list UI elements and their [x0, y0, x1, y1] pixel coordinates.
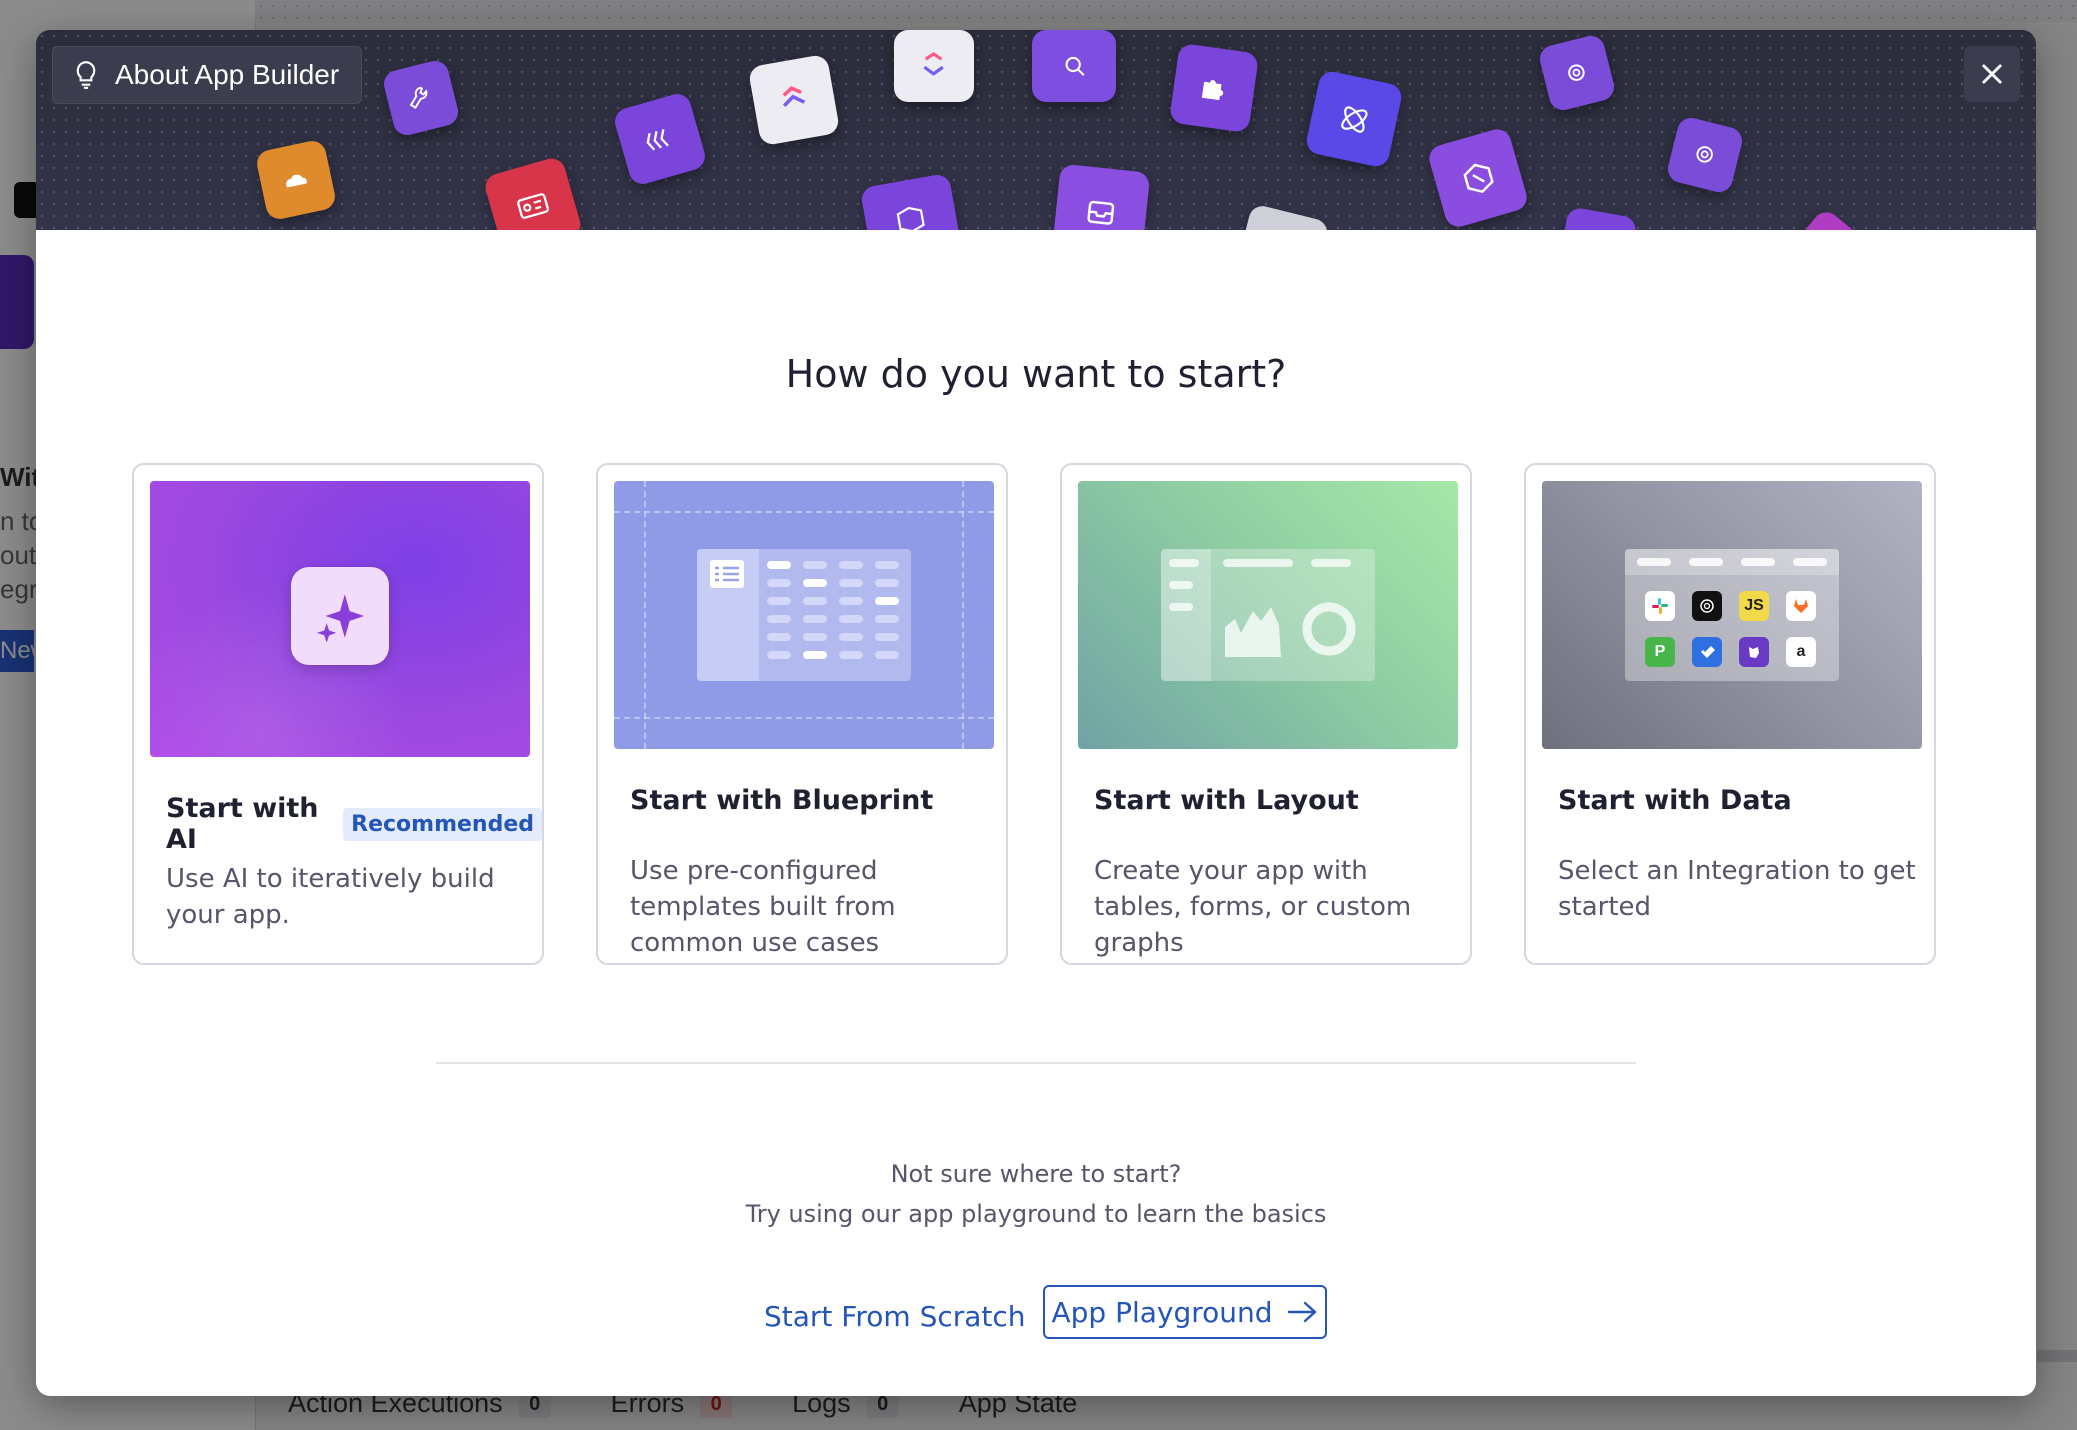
start-with-ai-card[interactable]: Start with AI Recommended Use AI to iter… — [132, 463, 544, 965]
data-illustration: JS P a — [1542, 481, 1922, 749]
card-title: Start with Blueprint — [630, 785, 933, 816]
sparkle-icon — [291, 567, 389, 665]
pagerduty-icon: P — [1645, 637, 1675, 667]
card-title: Start with AI Recommended — [166, 793, 542, 855]
integrations-mock: JS P a — [1625, 549, 1839, 681]
close-button[interactable] — [1964, 46, 2020, 102]
jira-icon — [1692, 637, 1722, 667]
amazon-icon: a — [1786, 637, 1816, 667]
about-app-builder-button[interactable]: About App Builder — [52, 46, 363, 104]
footer-question: Not sure where to start? — [890, 1160, 1182, 1188]
about-label: About App Builder — [115, 59, 340, 90]
layout-illustration — [1078, 481, 1458, 749]
card-title-text: Start with Blueprint — [630, 785, 934, 816]
puzzle-icon — [1168, 42, 1260, 134]
start-from-scratch-link[interactable]: Start From Scratch — [764, 1300, 1026, 1333]
openai-icon — [1536, 32, 1618, 114]
openai-icon — [1664, 114, 1746, 196]
page-title: How do you want to start? — [785, 352, 1287, 396]
hexagon-logo-icon — [1426, 126, 1530, 230]
card-title: Start with Data — [1558, 785, 1792, 816]
divider — [436, 1062, 1636, 1064]
card-description: Select an Integration to get started — [1558, 856, 1916, 922]
datadog-icon — [1739, 637, 1769, 667]
start-with-data-card[interactable]: JS P a Start with Data Select an Integra… — [1524, 463, 1936, 965]
lightbulb-icon — [73, 60, 99, 90]
ai-illustration — [150, 481, 530, 757]
start-with-blueprint-card[interactable]: Start with Blueprint Use pre-configured … — [596, 463, 1008, 965]
openai-icon — [1692, 591, 1722, 621]
dashboard-mock — [1161, 549, 1375, 681]
atom-icon — [1304, 69, 1404, 169]
card-description: Create your app with tables, forms, or c… — [1094, 856, 1412, 958]
table-mock — [697, 549, 911, 681]
generic-icon — [1560, 206, 1638, 230]
search-chart-icon — [1032, 30, 1116, 102]
card-title: Start with Layout — [1094, 785, 1359, 816]
app-playground-button[interactable]: App Playground — [1043, 1285, 1327, 1339]
generic-icon — [1237, 203, 1331, 230]
recommended-badge: Recommended — [343, 807, 542, 841]
slack-icon — [1645, 591, 1675, 621]
id-card-icon — [482, 155, 584, 230]
app-playground-label: App Playground — [1051, 1295, 1273, 1329]
chevrons-icon — [611, 90, 709, 188]
wrench-icon — [380, 57, 462, 139]
clickup-icon — [747, 53, 841, 147]
card-description: Use AI to iteratively build your app. — [166, 864, 495, 930]
blueprint-illustration — [614, 481, 994, 749]
arrow-right-icon — [1287, 1300, 1319, 1324]
javascript-icon: JS — [1739, 591, 1769, 621]
card-description: Use pre-configured templates built from … — [630, 856, 896, 958]
generic-icon — [1798, 206, 1864, 230]
footer-suggestion: Try using our app playground to learn th… — [745, 1200, 1327, 1228]
gitlab-icon — [1786, 591, 1816, 621]
clickup-icon — [894, 30, 974, 102]
start-with-layout-card[interactable]: Start with Layout Create your app with t… — [1060, 463, 1472, 965]
card-title-text: Start with AI — [166, 793, 319, 855]
cloudflare-icon — [254, 138, 338, 222]
card-title-text: Start with Data — [1558, 785, 1792, 816]
card-title-text: Start with Layout — [1094, 785, 1359, 816]
banner: About App Builder — [36, 30, 2036, 230]
app-builder-start-modal: About App Builder How do you want to sta… — [36, 30, 2036, 1396]
box-icon — [859, 172, 963, 230]
close-icon — [1978, 60, 2006, 88]
list-icon — [709, 559, 745, 589]
inbox-icon — [1051, 163, 1151, 230]
